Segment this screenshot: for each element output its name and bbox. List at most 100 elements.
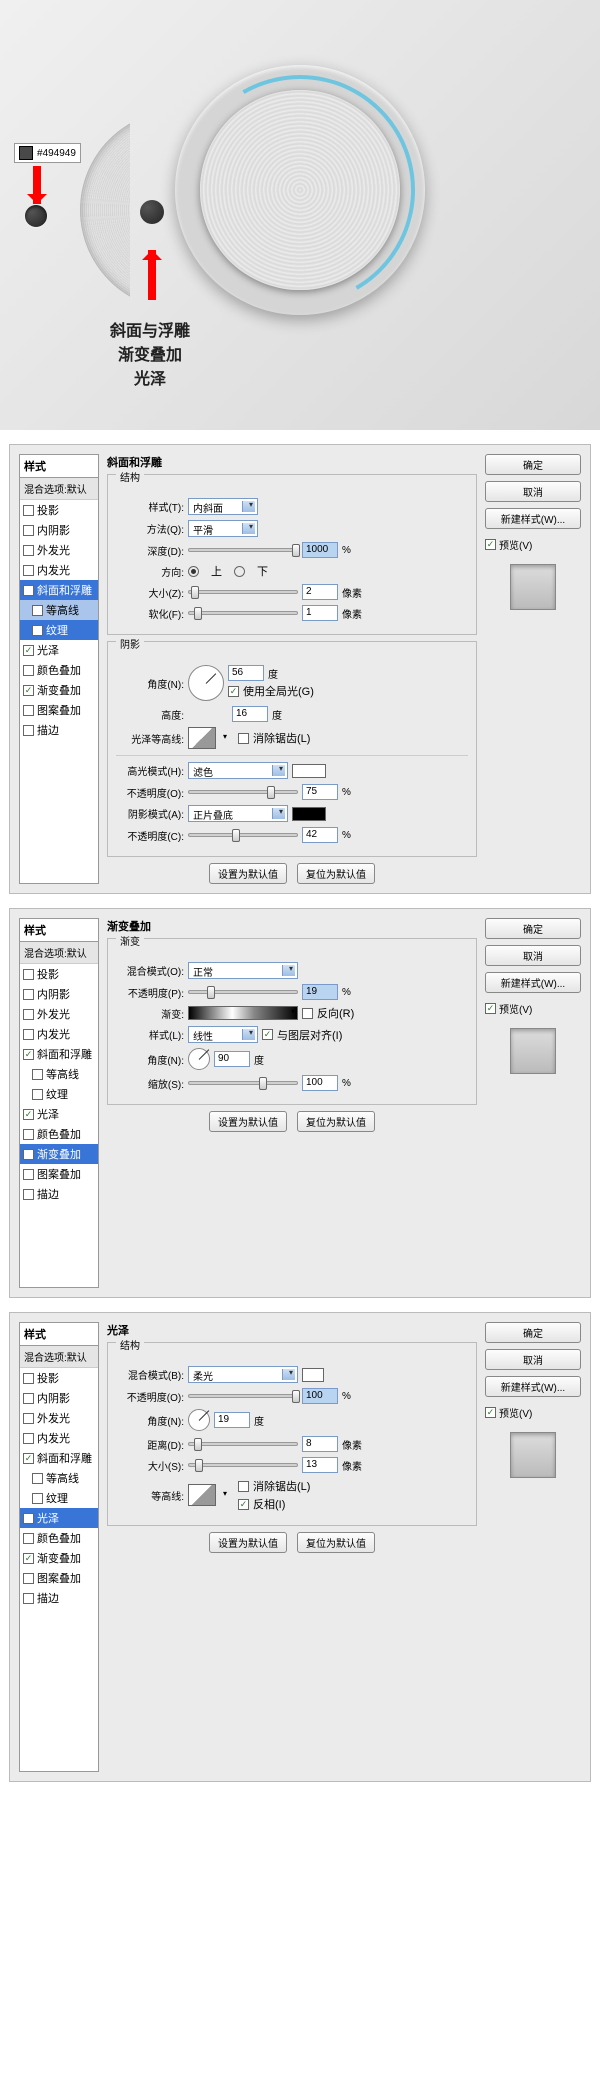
- slider-scale[interactable]: [188, 1081, 298, 1085]
- style-pattern-overlay[interactable]: 图案叠加: [20, 700, 98, 720]
- angle-dial[interactable]: [188, 1048, 210, 1070]
- contour-picker[interactable]: [188, 727, 216, 749]
- style-inner-shadow[interactable]: 内阴影: [20, 1388, 98, 1408]
- checkbox-icon[interactable]: [32, 1473, 43, 1484]
- slider-sh-opacity[interactable]: [188, 833, 298, 837]
- style-gradient-overlay[interactable]: 渐变叠加: [20, 1548, 98, 1568]
- slider-thumb-icon[interactable]: [194, 607, 202, 620]
- style-drop-shadow[interactable]: 投影: [20, 500, 98, 520]
- style-texture[interactable]: 纹理: [20, 1488, 98, 1508]
- style-drop-shadow[interactable]: 投影: [20, 1368, 98, 1388]
- checkbox-preview[interactable]: [485, 1003, 496, 1014]
- new-style-button[interactable]: 新建样式(W)...: [485, 508, 581, 529]
- checkbox-antialias[interactable]: [238, 1481, 249, 1492]
- checkbox-icon[interactable]: [32, 1089, 43, 1100]
- style-satin[interactable]: 光泽: [20, 1104, 98, 1124]
- checkbox-reverse[interactable]: [302, 1008, 313, 1019]
- style-texture[interactable]: 纹理: [20, 620, 98, 640]
- checkbox-icon[interactable]: [32, 1493, 43, 1504]
- slider-size[interactable]: [188, 590, 298, 594]
- radio-up[interactable]: [188, 566, 199, 577]
- input-angle[interactable]: 90: [214, 1051, 250, 1067]
- checkbox-icon[interactable]: [23, 525, 34, 536]
- reset-default-button[interactable]: 复位为默认值: [297, 863, 375, 884]
- select-shadow[interactable]: 正片叠底: [188, 805, 288, 822]
- checkbox-icon[interactable]: [23, 1553, 34, 1564]
- blend-defaults[interactable]: 混合选项:默认: [20, 942, 98, 964]
- style-contour[interactable]: 等高线: [20, 1064, 98, 1084]
- style-drop-shadow[interactable]: 投影: [20, 964, 98, 984]
- set-default-button[interactable]: 设置为默认值: [209, 1111, 287, 1132]
- select-style[interactable]: 内斜面: [188, 498, 258, 515]
- color-highlight[interactable]: [292, 764, 326, 778]
- cancel-button[interactable]: 取消: [485, 481, 581, 502]
- checkbox-icon[interactable]: [23, 1049, 34, 1060]
- style-color-overlay[interactable]: 颜色叠加: [20, 1124, 98, 1144]
- select-blend[interactable]: 柔光: [188, 1366, 298, 1383]
- input-size[interactable]: 13: [302, 1457, 338, 1473]
- checkbox-align[interactable]: [262, 1029, 273, 1040]
- style-outer-glow[interactable]: 外发光: [20, 1408, 98, 1428]
- ok-button[interactable]: 确定: [485, 918, 581, 939]
- input-distance[interactable]: 8: [302, 1436, 338, 1452]
- slider-thumb-icon[interactable]: [267, 786, 275, 799]
- style-satin[interactable]: 光泽: [20, 1508, 98, 1528]
- ok-button[interactable]: 确定: [485, 454, 581, 475]
- slider-thumb-icon[interactable]: [195, 1459, 203, 1472]
- checkbox-icon[interactable]: [23, 665, 34, 676]
- style-bevel[interactable]: 斜面和浮雕: [20, 580, 98, 600]
- input-angle[interactable]: 19: [214, 1412, 250, 1428]
- checkbox-icon[interactable]: [23, 1573, 34, 1584]
- style-inner-shadow[interactable]: 内阴影: [20, 984, 98, 1004]
- style-color-overlay[interactable]: 颜色叠加: [20, 660, 98, 680]
- checkbox-icon[interactable]: [32, 1069, 43, 1080]
- checkbox-icon[interactable]: [23, 1109, 34, 1120]
- reset-default-button[interactable]: 复位为默认值: [297, 1532, 375, 1553]
- checkbox-global-light[interactable]: [228, 686, 239, 697]
- style-gradient-overlay[interactable]: 渐变叠加: [20, 680, 98, 700]
- input-sh-opacity[interactable]: 42: [302, 827, 338, 843]
- slider-hi-opacity[interactable]: [188, 790, 298, 794]
- checkbox-icon[interactable]: [23, 645, 34, 656]
- gradient-picker[interactable]: [188, 1006, 298, 1020]
- checkbox-preview[interactable]: [485, 1407, 496, 1418]
- checkbox-icon[interactable]: [23, 1373, 34, 1384]
- slider-soften[interactable]: [188, 611, 298, 615]
- slider-thumb-icon[interactable]: [191, 586, 199, 599]
- slider-opacity[interactable]: [188, 990, 298, 994]
- blend-defaults[interactable]: 混合选项:默认: [20, 478, 98, 500]
- cancel-button[interactable]: 取消: [485, 1349, 581, 1370]
- input-size[interactable]: 2: [302, 584, 338, 600]
- slider-distance[interactable]: [188, 1442, 298, 1446]
- input-angle[interactable]: 56: [228, 665, 264, 681]
- checkbox-icon[interactable]: [23, 1593, 34, 1604]
- checkbox-invert[interactable]: [238, 1499, 249, 1510]
- style-gradient-overlay[interactable]: 渐变叠加: [20, 1144, 98, 1164]
- style-stroke[interactable]: 描边: [20, 1588, 98, 1608]
- slider-depth[interactable]: [188, 548, 298, 552]
- style-stroke[interactable]: 描边: [20, 720, 98, 740]
- checkbox-icon[interactable]: [23, 969, 34, 980]
- checkbox-icon[interactable]: [23, 1453, 34, 1464]
- checkbox-antialias[interactable]: [238, 733, 249, 744]
- checkbox-icon[interactable]: [23, 989, 34, 1000]
- checkbox-icon[interactable]: [23, 545, 34, 556]
- checkbox-icon[interactable]: [23, 1169, 34, 1180]
- checkbox-icon[interactable]: [23, 1149, 34, 1160]
- style-inner-shadow[interactable]: 内阴影: [20, 520, 98, 540]
- checkbox-icon[interactable]: [23, 685, 34, 696]
- style-pattern-overlay[interactable]: 图案叠加: [20, 1568, 98, 1588]
- select-method[interactable]: 平滑: [188, 520, 258, 537]
- checkbox-icon[interactable]: [23, 1413, 34, 1424]
- slider-thumb-icon[interactable]: [292, 544, 300, 557]
- set-default-button[interactable]: 设置为默认值: [209, 863, 287, 884]
- blend-defaults[interactable]: 混合选项:默认: [20, 1346, 98, 1368]
- angle-dial[interactable]: [188, 1409, 210, 1431]
- slider-thumb-icon[interactable]: [232, 829, 240, 842]
- checkbox-icon[interactable]: [32, 625, 43, 636]
- new-style-button[interactable]: 新建样式(W)...: [485, 1376, 581, 1397]
- checkbox-icon[interactable]: [23, 1129, 34, 1140]
- input-altitude[interactable]: 16: [232, 706, 268, 722]
- checkbox-icon[interactable]: [23, 505, 34, 516]
- style-inner-glow[interactable]: 内发光: [20, 560, 98, 580]
